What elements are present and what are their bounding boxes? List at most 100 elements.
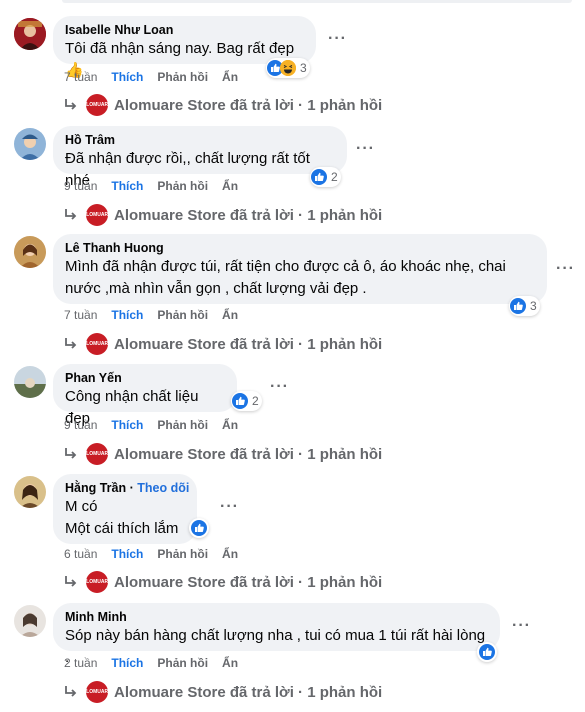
more-options-icon[interactable]: ··· bbox=[556, 260, 575, 278]
timestamp[interactable]: 2 tuần bbox=[64, 656, 97, 670]
timestamp[interactable]: 7 tuần bbox=[64, 308, 97, 322]
store-reply-text: Alomuare Store đã trả lời · 1 phản hồi bbox=[114, 96, 383, 114]
comment-bubble: Hồ Trâm Đã nhận được rồi,, chất lượng rấ… bbox=[53, 126, 347, 189]
reply-arrow-icon bbox=[65, 209, 77, 220]
previous-comment-edge bbox=[62, 0, 572, 3]
comment-actions: 7 tuần Thích Phản hồi Ẩn bbox=[64, 308, 238, 322]
store-reply-text: Alomuare Store đã trả lời · 1 phản hồi bbox=[114, 335, 383, 353]
comment-author[interactable]: Hồ Trâm bbox=[65, 132, 335, 148]
comment-author[interactable]: Minh Minh bbox=[65, 609, 488, 625]
timestamp[interactable]: 7 tuần bbox=[64, 70, 97, 84]
reaction-count: 3 bbox=[530, 299, 537, 313]
hide-button[interactable]: Ẩn bbox=[222, 308, 238, 322]
reply-button[interactable]: Phản hồi bbox=[157, 656, 208, 670]
store-reply-text: Alomuare Store đã trả lời · 1 phản hồi bbox=[114, 445, 383, 463]
avatar[interactable] bbox=[14, 128, 46, 160]
timestamp[interactable]: 6 tuần bbox=[64, 547, 97, 561]
like-button[interactable]: Thích bbox=[111, 418, 143, 432]
reaction-summary[interactable] bbox=[477, 642, 497, 662]
follow-button[interactable]: Theo dõi bbox=[137, 481, 189, 495]
reply-arrow-icon bbox=[65, 686, 77, 697]
comment-author[interactable]: Lê Thanh Huong bbox=[65, 240, 535, 256]
reaction-summary[interactable]: 3 bbox=[266, 58, 310, 78]
comment-author[interactable]: Hằng Trần bbox=[65, 481, 126, 495]
comment-author-row: Hằng Trần · Theo dõi bbox=[65, 481, 190, 495]
store-reply-link[interactable]: ALOMUARE Alomuare Store đã trả lời · 1 p… bbox=[64, 681, 382, 703]
store-reply-link[interactable]: ALOMUARE Alomuare Store đã trả lời · 1 p… bbox=[64, 333, 382, 355]
like-icon bbox=[232, 393, 248, 409]
like-icon bbox=[510, 298, 526, 314]
comment-bubble: Minh Minh Sóp này bán hàng chất lượng nh… bbox=[53, 603, 500, 666]
comment-bubble: Phan Yến Công nhận chất liệu đẹp bbox=[53, 364, 237, 427]
comment-text-line-1: M có bbox=[65, 498, 98, 515]
store-avatar: ALOMUARE bbox=[83, 333, 111, 355]
reply-arrow-icon bbox=[65, 99, 77, 110]
store-avatar: ALOMUARE bbox=[83, 681, 111, 703]
reaction-summary[interactable]: 3 bbox=[509, 296, 540, 316]
comment-bubble: Hằng Trần · Theo dõi M có Một cái thích … bbox=[53, 474, 197, 544]
store-reply-link[interactable]: ALOMUARE Alomuare Store đã trả lời · 1 p… bbox=[64, 204, 382, 226]
hide-button[interactable]: Ẩn bbox=[222, 656, 238, 670]
avatar[interactable] bbox=[14, 605, 46, 637]
like-button[interactable]: Thích bbox=[111, 547, 143, 561]
more-options-icon[interactable]: ··· bbox=[220, 498, 239, 516]
hide-button[interactable]: Ẩn bbox=[222, 179, 238, 193]
reaction-count: 2 bbox=[331, 170, 338, 184]
store-avatar: ALOMUARE bbox=[83, 94, 111, 116]
store-reply-text: Alomuare Store đã trả lời · 1 phản hồi bbox=[114, 573, 383, 591]
reply-button[interactable]: Phản hồi bbox=[157, 547, 208, 561]
store-reply-link[interactable]: ALOMUARE Alomuare Store đã trả lời · 1 p… bbox=[64, 571, 382, 593]
reaction-count: 3 bbox=[300, 61, 307, 75]
more-options-icon[interactable]: ··· bbox=[356, 140, 375, 158]
comment-actions: 9 tuần Thích Phản hồi Ẩn bbox=[64, 418, 238, 432]
comment-bubble: Isabelle Như Loan Tôi đã nhận sáng nay. … bbox=[53, 16, 316, 79]
like-button[interactable]: Thích bbox=[111, 70, 143, 84]
like-button[interactable]: Thích bbox=[111, 179, 143, 193]
store-avatar: ALOMUARE bbox=[83, 571, 111, 593]
reaction-summary[interactable]: 2 bbox=[310, 167, 341, 187]
reply-arrow-icon bbox=[65, 576, 77, 587]
more-options-icon[interactable]: ··· bbox=[270, 378, 289, 396]
avatar[interactable] bbox=[14, 476, 46, 508]
more-options-icon[interactable]: ··· bbox=[328, 30, 347, 48]
reaction-count: 2 bbox=[252, 394, 259, 408]
store-reply-link[interactable]: ALOMUARE Alomuare Store đã trả lời · 1 p… bbox=[64, 443, 382, 465]
store-reply-text: Alomuare Store đã trả lời · 1 phản hồi bbox=[114, 683, 383, 701]
hide-button[interactable]: Ẩn bbox=[222, 70, 238, 84]
comment-bubble: Lê Thanh Huong Mình đã nhận được túi, rấ… bbox=[53, 234, 547, 304]
comment-author[interactable]: Phan Yến bbox=[65, 370, 225, 386]
like-icon bbox=[311, 169, 327, 185]
reply-arrow-icon bbox=[65, 448, 77, 459]
hide-button[interactable]: Ẩn bbox=[222, 547, 238, 561]
reply-button[interactable]: Phản hồi bbox=[157, 179, 208, 193]
store-avatar: ALOMUARE bbox=[83, 204, 111, 226]
comment-text-line-1: Mình đã nhận được túi, rất tiện cho được… bbox=[65, 258, 506, 275]
reply-arrow-icon bbox=[65, 338, 77, 349]
reaction-summary[interactable] bbox=[189, 518, 209, 538]
avatar[interactable] bbox=[14, 18, 46, 50]
reaction-summary[interactable]: 2 bbox=[231, 391, 262, 411]
store-reply-link[interactable]: ALOMUARE Alomuare Store đã trả lời · 1 p… bbox=[64, 94, 382, 116]
comment-actions: 9 tuần Thích Phản hồi Ẩn bbox=[64, 179, 238, 193]
like-button[interactable]: Thích bbox=[111, 308, 143, 322]
like-icon bbox=[191, 520, 207, 536]
like-button[interactable]: Thích bbox=[111, 656, 143, 670]
comment-actions: 2 tuần Thích Phản hồi Ẩn bbox=[64, 656, 238, 670]
like-icon bbox=[479, 644, 495, 660]
reply-button[interactable]: Phản hồi bbox=[157, 308, 208, 322]
haha-icon bbox=[280, 60, 296, 76]
reply-button[interactable]: Phản hồi bbox=[157, 418, 208, 432]
avatar[interactable] bbox=[14, 236, 46, 268]
store-avatar: ALOMUARE bbox=[83, 443, 111, 465]
comment-text-line-2: nước ,mà nhìn vẫn gọn , chất lượng vải đ… bbox=[65, 280, 367, 297]
comment-actions: 7 tuần Thích Phản hồi Ẩn bbox=[64, 70, 238, 84]
comment-text-line-2: Một cái thích lắm bbox=[65, 520, 179, 537]
comment-author[interactable]: Isabelle Như Loan bbox=[65, 22, 304, 38]
reply-button[interactable]: Phản hồi bbox=[157, 70, 208, 84]
timestamp[interactable]: 9 tuần bbox=[64, 418, 97, 432]
more-options-icon[interactable]: ··· bbox=[512, 617, 531, 635]
avatar[interactable] bbox=[14, 366, 46, 398]
hide-button[interactable]: Ẩn bbox=[222, 418, 238, 432]
timestamp[interactable]: 9 tuần bbox=[64, 179, 97, 193]
comment-actions: 6 tuần Thích Phản hồi Ẩn bbox=[64, 547, 238, 561]
